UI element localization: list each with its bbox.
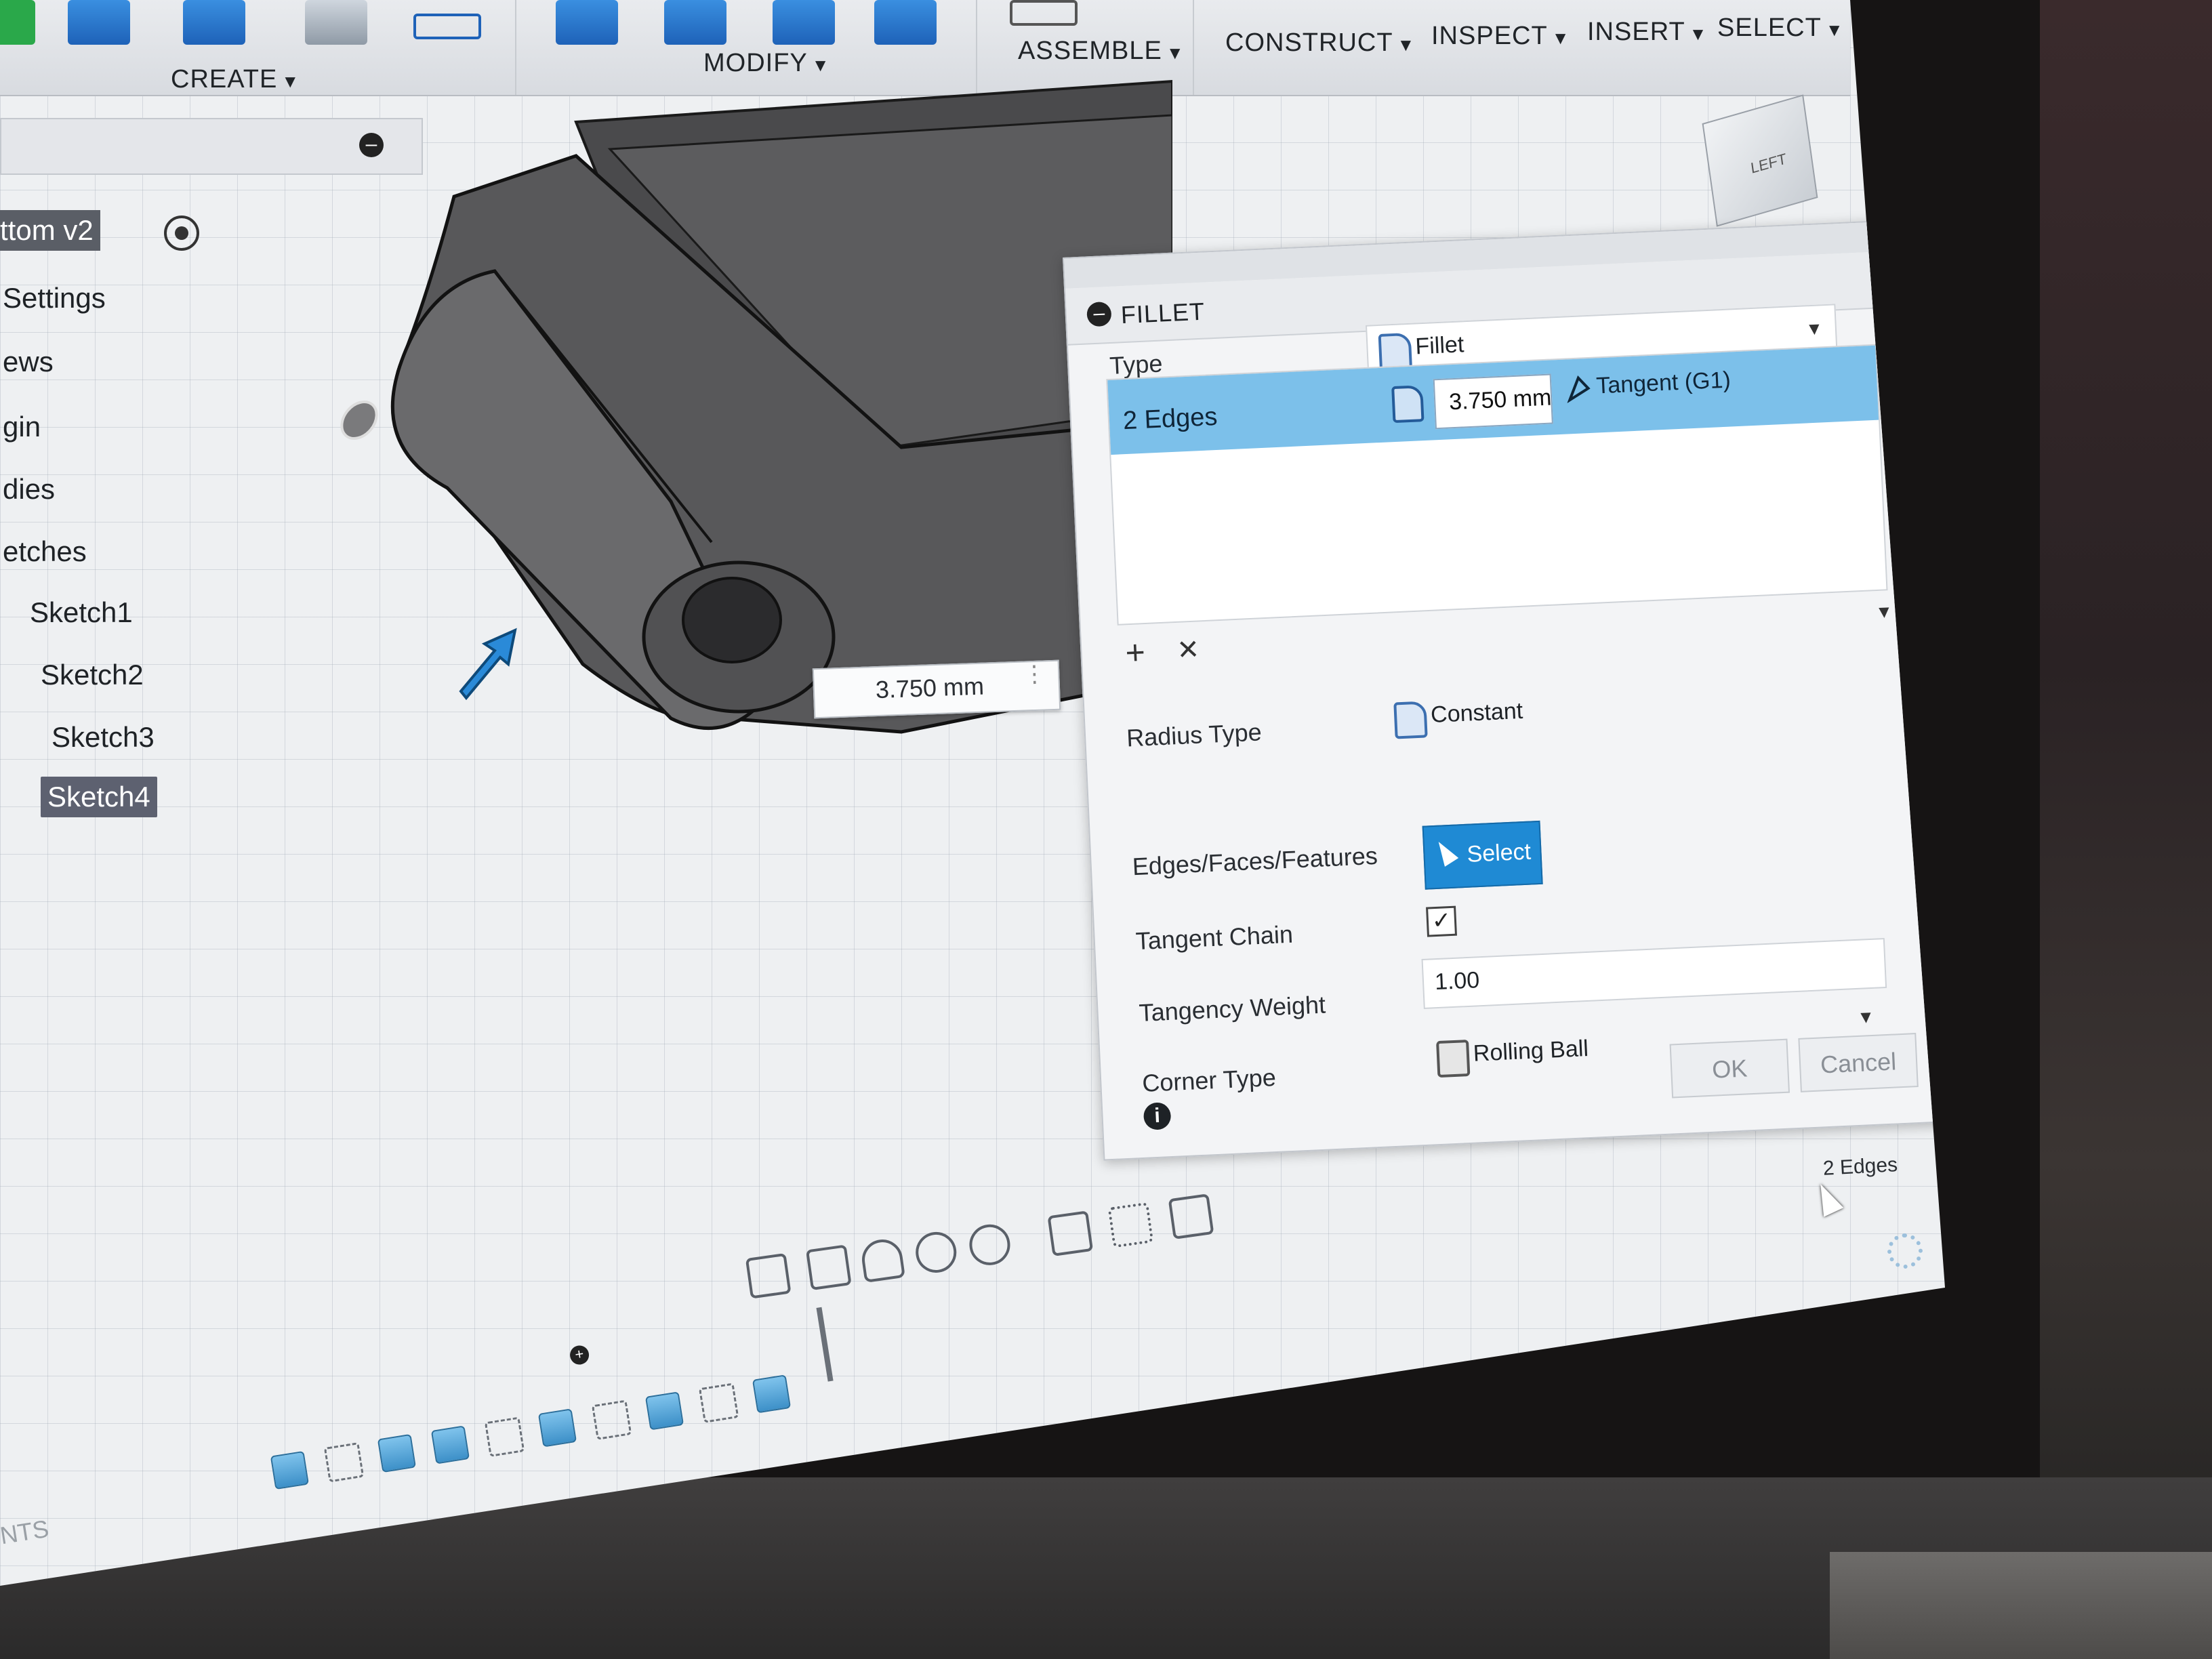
display-settings-icon[interactable] [1047, 1210, 1094, 1257]
revolve-icon[interactable] [183, 0, 245, 45]
tangent-chain-label: Tangent Chain [1134, 920, 1294, 956]
tangency-weight-label: Tangency Weight [1138, 990, 1326, 1027]
tangent-continuity-icon [1567, 375, 1591, 403]
browser-item-bodies[interactable]: dies [0, 469, 62, 510]
timeline-feature[interactable] [430, 1425, 470, 1465]
browser-item-origin[interactable]: gin [0, 407, 47, 447]
background-desk [2040, 0, 2212, 1659]
pattern-icon[interactable] [413, 14, 481, 39]
collapse-icon[interactable]: – [1086, 301, 1112, 327]
shell-icon[interactable] [874, 0, 937, 45]
type-label: Type [1109, 349, 1164, 380]
constant-radius-icon [1393, 701, 1428, 739]
browser-item-settings[interactable]: Settings [0, 278, 112, 319]
browser-item-sketches[interactable]: etches [0, 531, 94, 572]
viewcube[interactable]: LEFT [1702, 94, 1818, 227]
active-component-icon[interactable] [164, 216, 199, 251]
grid-settings-icon[interactable] [1107, 1202, 1154, 1248]
construct-menu[interactable]: CONSTRUCT ▼ [1225, 28, 1415, 58]
timeline-feature[interactable] [270, 1450, 309, 1490]
create-menu[interactable]: CREATE ▼ [171, 65, 300, 94]
tangency-weight-field[interactable]: 1.00 ▼ [1421, 938, 1887, 1027]
timeline-sketch[interactable] [323, 1442, 365, 1483]
timeline-sketch[interactable] [591, 1399, 632, 1440]
remove-selection-icon[interactable]: ✕ [1176, 634, 1200, 665]
cursor-icon [1431, 837, 1459, 867]
rolling-ball-icon [1436, 1040, 1471, 1078]
selection-set-list[interactable]: 2 Edges 3.750 mm Tangent (G1) [1106, 344, 1888, 626]
timeline-marker[interactable] [816, 1307, 834, 1382]
browser-item-sketch4[interactable]: Sketch4 [41, 777, 157, 817]
timeline-feature[interactable] [644, 1391, 684, 1431]
gear-icon[interactable] [1887, 1233, 1923, 1269]
radius-icon [1391, 385, 1425, 424]
timeline-settings-icon[interactable]: + [569, 1344, 591, 1366]
radius-type-dropdown[interactable]: Constant [1382, 674, 1852, 743]
select-menu[interactable]: SELECT ▼ [1717, 14, 1844, 43]
hole-icon[interactable] [305, 0, 367, 45]
fillet-tool-icon[interactable] [664, 0, 726, 45]
browser-item-sketch2[interactable]: Sketch2 [34, 655, 150, 695]
inspect-menu[interactable]: INSPECT ▼ [1431, 22, 1570, 51]
timeline-feature[interactable] [752, 1374, 792, 1414]
extrude-icon[interactable] [68, 0, 130, 45]
timeline-feature[interactable] [377, 1433, 417, 1473]
radius-dimension-input[interactable]: 3.750 mm ⋮ [812, 659, 1061, 719]
radius-type-label: Radius Type [1126, 718, 1263, 752]
chevron-down-icon: ▼ [1856, 1006, 1875, 1027]
add-selection-icon[interactable]: + [1124, 632, 1146, 672]
browser-item-sketch1[interactable]: Sketch1 [23, 592, 140, 633]
mouse-cursor-icon [1810, 1179, 1844, 1217]
ok-button[interactable]: OK [1669, 1038, 1790, 1099]
cancel-button[interactable]: Cancel [1798, 1033, 1919, 1092]
timeline-sketch[interactable] [484, 1416, 525, 1458]
timeline-feature[interactable] [537, 1408, 577, 1448]
fillet-dialog: » – FILLET ▼ Type Fillet ▼ 2 Edges 3.750… [1063, 219, 1945, 1161]
browser-item-views[interactable]: ews [0, 342, 60, 382]
chevron-down-icon: ▼ [1805, 318, 1824, 340]
tangent-chain-checkbox[interactable]: ✓ [1426, 905, 1457, 937]
fit-icon[interactable] [966, 1221, 1013, 1268]
corner-type-label: Corner Type [1141, 1063, 1277, 1097]
select-edges-button[interactable]: Select [1422, 820, 1543, 890]
timeline-sketch[interactable] [698, 1382, 739, 1423]
edges-faces-features-label: Edges/Faces/Features [1131, 841, 1378, 881]
chamfer-icon[interactable] [773, 0, 835, 45]
browser-root-component[interactable]: ttom v2 [0, 210, 100, 251]
viewports-icon[interactable] [1168, 1193, 1214, 1240]
selection-row-2-edges[interactable]: 2 Edges 3.750 mm Tangent (G1) [1107, 345, 1879, 455]
radius-field[interactable]: 3.750 mm [1433, 373, 1553, 430]
insert-menu[interactable]: INSERT ▼ [1587, 18, 1707, 47]
new-component-icon[interactable] [0, 0, 35, 45]
joint-icon[interactable] [1010, 0, 1078, 26]
fillet-title: FILLET [1120, 297, 1206, 329]
chevron-down-icon[interactable]: ▼ [1875, 601, 1893, 623]
browser-item-sketch3[interactable]: Sketch3 [45, 717, 161, 758]
selection-status: 2 Edges [1822, 1153, 1898, 1180]
info-icon[interactable]: i [1143, 1102, 1172, 1130]
continuity-dropdown[interactable]: Tangent (G1) [1596, 367, 1732, 399]
press-pull-icon[interactable] [556, 0, 618, 45]
laptop-hinge [1830, 1552, 2212, 1659]
assemble-menu[interactable]: ASSEMBLE ▼ [1018, 37, 1185, 66]
